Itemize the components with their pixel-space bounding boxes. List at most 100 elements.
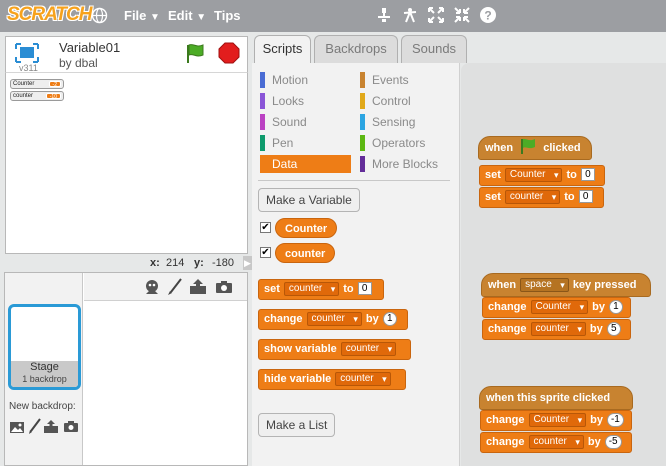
variable-monitor[interactable]: Counter -2 [10, 79, 64, 89]
collapse-stage-arrow[interactable]: ▶ [243, 256, 252, 270]
category-control[interactable]: Control [360, 92, 452, 110]
variable-dropdown[interactable]: counter [283, 282, 340, 296]
category-label: Motion [272, 73, 309, 87]
upload-sprite-icon[interactable] [189, 278, 207, 300]
variable-dropdown[interactable]: counter [528, 435, 584, 449]
when-key-pressed-hat[interactable]: whenspacekey pressed [481, 273, 651, 297]
paint-backdrop-icon[interactable] [9, 420, 25, 439]
grow-icon[interactable] [427, 6, 445, 24]
paint-sprite-icon[interactable] [167, 278, 183, 301]
category-swatch [260, 156, 265, 172]
when-sprite-clicked-hat[interactable]: when this sprite clicked [479, 386, 633, 410]
chevron-down-icon: ▼ [196, 12, 207, 23]
change-variable-block[interactable]: changeCounterby-1 [480, 410, 632, 431]
block-keyword: by [365, 313, 379, 325]
scripts-area[interactable]: when clicked setCounterto0 setcounterto0… [461, 63, 666, 466]
variable-dropdown[interactable]: counter [306, 312, 362, 326]
show-variable-block[interactable]: show variable counter [258, 339, 411, 360]
camera-icon[interactable] [215, 280, 233, 299]
change-variable-block[interactable]: changeCounterby1 [482, 297, 631, 318]
change-variable-block[interactable]: changecounterby-5 [480, 432, 632, 453]
menu-bar: SCRATCH File ▼ Edit ▼ Tips ? [0, 0, 666, 32]
sprite-library-icon[interactable] [143, 278, 161, 301]
block-keyword: set [485, 191, 501, 203]
variable-dropdown[interactable]: counter [504, 190, 561, 204]
mouse-x-label: x: [150, 257, 160, 269]
block-keyword: clicked [543, 142, 581, 154]
value-input[interactable]: 0 [357, 282, 372, 295]
category-events[interactable]: Events [360, 71, 452, 89]
key-dropdown[interactable]: space [520, 278, 569, 292]
upload-backdrop-icon[interactable] [43, 419, 59, 439]
category-more-blocks[interactable]: More Blocks [360, 155, 452, 173]
value-input[interactable]: 0 [580, 168, 595, 181]
variable-dropdown[interactable]: counter [335, 372, 391, 386]
brush-icon[interactable] [28, 418, 42, 439]
category-label: Events [372, 73, 409, 87]
project-title[interactable]: Variable01 [59, 40, 120, 55]
edit-menu[interactable]: Edit ▼ [168, 8, 206, 23]
stage[interactable]: Counter -2 counter -10 [5, 72, 248, 254]
change-variable-block[interactable]: changecounterby5 [482, 319, 631, 340]
variable-dropdown[interactable]: counter [340, 342, 397, 356]
file-menu-label: File [124, 8, 147, 23]
edit-menu-label: Edit [168, 8, 193, 23]
category-label: Operators [372, 136, 426, 150]
category-data[interactable]: Data [260, 155, 351, 173]
stop-icon[interactable] [218, 42, 240, 69]
when-flag-clicked-hat[interactable]: when clicked [478, 136, 592, 160]
shrink-icon[interactable] [453, 6, 471, 24]
value-input[interactable]: 1 [382, 312, 397, 326]
variable-reporter-counter-lower[interactable]: counter [275, 243, 336, 263]
tab-backdrops[interactable]: Backdrops [314, 35, 398, 63]
set-variable-block[interactable]: setcounterto0 [479, 187, 604, 208]
change-variable-block[interactable]: changecounterby1 [258, 309, 408, 330]
tab-scripts[interactable]: Scripts [254, 35, 311, 64]
value-input[interactable]: 1 [608, 300, 623, 314]
value-input[interactable]: 0 [578, 190, 593, 203]
category-label: Looks [272, 94, 305, 108]
variable-dropdown[interactable]: Counter [504, 168, 563, 182]
set-variable-block[interactable]: setCounterto0 [479, 165, 605, 186]
globe-icon[interactable] [91, 7, 108, 29]
block-keyword: when [488, 279, 517, 291]
category-label: More Blocks [372, 157, 439, 171]
category-label: Sensing [372, 115, 416, 129]
scratch-logo[interactable]: SCRATCH [7, 4, 92, 26]
make-variable-button[interactable]: Make a Variable [258, 188, 360, 212]
block-keyword: by [587, 436, 601, 448]
stage-thumbnail[interactable]: Stage 1 backdrop [8, 304, 81, 390]
category-sensing[interactable]: Sensing [360, 113, 452, 131]
hide-variable-block[interactable]: hide variable counter [258, 369, 406, 390]
tips-menu[interactable]: Tips [214, 8, 241, 23]
green-flag-icon[interactable] [184, 42, 206, 69]
variable-dropdown[interactable]: Counter [528, 413, 587, 427]
tab-sounds[interactable]: Sounds [401, 35, 467, 63]
mouse-y-value: -180 [212, 257, 235, 269]
category-operators[interactable]: Operators [360, 134, 452, 152]
monitor-label: Counter [13, 81, 35, 87]
category-swatch [360, 72, 365, 88]
value-input[interactable]: -1 [606, 413, 624, 427]
category-swatch [360, 135, 365, 151]
file-menu[interactable]: File ▼ [124, 8, 160, 23]
category-looks[interactable]: Looks [260, 92, 350, 110]
make-list-button[interactable]: Make a List [258, 413, 336, 437]
value-input[interactable]: -5 [604, 435, 622, 449]
duplicate-icon[interactable] [375, 6, 393, 24]
cut-icon[interactable] [401, 6, 419, 24]
show-variable-checkbox[interactable]: ✔ [260, 247, 271, 258]
variable-dropdown[interactable]: Counter [530, 300, 589, 314]
show-variable-checkbox[interactable]: ✔ [260, 222, 271, 233]
set-variable-block[interactable]: setcounterto0 [258, 279, 384, 300]
category-sound[interactable]: Sound [260, 113, 350, 131]
category-pen[interactable]: Pen [260, 134, 350, 152]
value-input[interactable]: 5 [606, 322, 621, 336]
variable-monitor[interactable]: counter -10 [10, 91, 64, 101]
category-motion[interactable]: Motion [260, 71, 350, 89]
camera-icon[interactable] [63, 420, 79, 438]
variable-dropdown[interactable]: counter [530, 322, 586, 336]
help-icon[interactable]: ? [479, 6, 497, 24]
variable-reporter-counter-upper[interactable]: Counter [275, 218, 338, 238]
block-keyword: to [343, 283, 354, 295]
